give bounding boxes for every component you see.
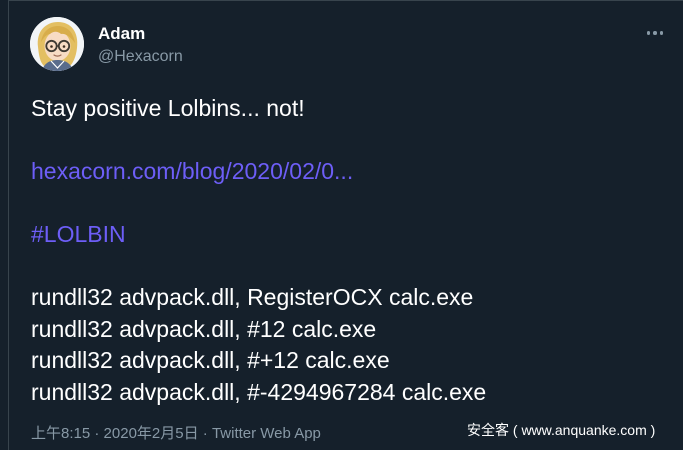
card-left-border bbox=[8, 0, 9, 450]
hashtag-link[interactable]: #LOLBIN bbox=[31, 219, 661, 251]
more-options-icon[interactable] bbox=[643, 24, 667, 42]
meta-separator: · bbox=[94, 425, 100, 442]
meta-separator: · bbox=[202, 425, 208, 442]
display-name[interactable]: Adam bbox=[98, 24, 145, 44]
tweet-line: Stay positive Lolbins... not! bbox=[31, 95, 305, 121]
tweet-spacer bbox=[31, 188, 661, 220]
user-handle[interactable]: @Hexacorn bbox=[98, 47, 183, 67]
more-dot bbox=[646, 31, 651, 35]
watermark: 安全客 ( www.anquanke.com ) bbox=[467, 422, 656, 438]
tweet-text: Stay positive Lolbins... not! hexacorn.c… bbox=[31, 93, 661, 408]
tweet-spacer bbox=[31, 125, 661, 157]
more-dot bbox=[659, 31, 664, 35]
tweet-spacer bbox=[31, 251, 661, 283]
tweet-time[interactable]: 上午8:15 bbox=[31, 425, 90, 442]
tweet-card: Adam @Hexacorn Stay positive Lolbins... … bbox=[0, 0, 683, 450]
command-line: rundll32 advpack.dll, #+12 calc.exe bbox=[31, 347, 390, 373]
command-line: rundll32 advpack.dll, #-4294967284 calc.… bbox=[31, 378, 487, 405]
avatar[interactable] bbox=[30, 17, 84, 71]
tweet-link[interactable]: hexacorn.com/blog/2020/02/0... bbox=[31, 156, 661, 188]
avatar-illustration-icon bbox=[30, 17, 84, 71]
more-dot bbox=[653, 31, 657, 35]
command-line: rundll32 advpack.dll, RegisterOCX calc.e… bbox=[31, 284, 474, 310]
card-top-border bbox=[8, 0, 683, 1]
tweet-client[interactable]: Twitter Web App bbox=[212, 425, 321, 442]
tweet-meta: 上午8:15 · 2020年2月5日 · Twitter Web App bbox=[31, 425, 321, 443]
tweet-date[interactable]: 2020年2月5日 bbox=[104, 425, 199, 442]
command-line: rundll32 advpack.dll, #12 calc.exe bbox=[31, 315, 377, 342]
